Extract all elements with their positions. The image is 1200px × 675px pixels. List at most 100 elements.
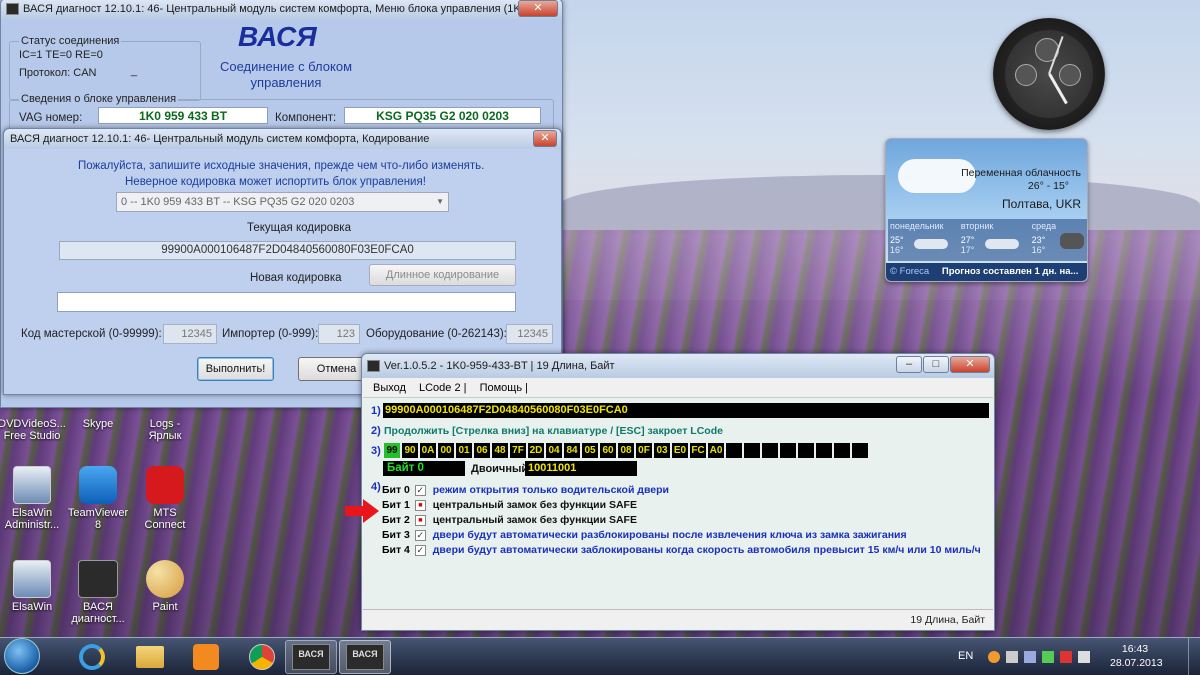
taskbar-vasya-button[interactable]: ВАСЯ — [285, 640, 337, 674]
byte-cell[interactable]: 48 — [492, 443, 508, 458]
importer-field[interactable]: 123 — [318, 324, 360, 344]
taskbar-media-button[interactable] — [178, 640, 234, 674]
bit-radio[interactable]: ■ — [414, 499, 426, 511]
row2-hint: Продолжить [Стрелка вниз] на клавиатуре … — [384, 425, 723, 437]
bit-row[interactable]: Бит 0 ✓ режим открытия только водительск… — [382, 484, 669, 498]
tray-network-icon[interactable] — [1042, 651, 1054, 663]
row1-coding[interactable]: 99900A000106487F2D04840560080F03E0FCA0 — [383, 403, 989, 418]
desktop-icon-paint[interactable]: Paint — [125, 560, 205, 613]
bit-checkbox[interactable]: ✓ — [414, 484, 426, 496]
minimize-button[interactable]: – — [896, 356, 922, 373]
byte-cell[interactable]: A0 — [708, 443, 724, 458]
workshop-field[interactable]: 12345 — [163, 324, 217, 344]
taskbar-explorer-button[interactable] — [122, 640, 178, 674]
weather-gadget[interactable]: Переменная облачность 26° - 15° Полтава,… — [885, 138, 1088, 282]
tray-clock[interactable]: 16:43 28.07.2013 — [1110, 642, 1163, 670]
byte-cell[interactable]: 84 — [564, 443, 580, 458]
bit-checkbox[interactable]: ✓ — [414, 544, 426, 556]
byte-cell[interactable]: 90 — [402, 443, 418, 458]
byte-cell[interactable] — [816, 443, 832, 458]
byte-cell[interactable]: 00 — [438, 443, 454, 458]
byte-cell[interactable]: 08 — [618, 443, 634, 458]
bit-description: центральный замок без функции SAFE — [432, 499, 637, 511]
byte-cell[interactable] — [834, 443, 850, 458]
menu-help[interactable]: Помощь | — [480, 382, 528, 394]
long-coding-button[interactable]: Длинное кодирование — [369, 264, 516, 286]
show-desktop-button[interactable] — [1188, 638, 1200, 675]
taskbar-vasya-button-2[interactable]: ВАСЯ — [339, 640, 391, 674]
byte-cell[interactable] — [726, 443, 742, 458]
taskbar-ie-button[interactable] — [64, 640, 120, 674]
clock-subdial-2 — [1015, 64, 1037, 86]
tray-power-icon[interactable] — [1024, 651, 1036, 663]
window-controls: – □ ✕ — [896, 356, 990, 373]
clock-subdial-3 — [1059, 64, 1081, 86]
byte-cell[interactable]: 60 — [600, 443, 616, 458]
byte-cell[interactable]: 01 — [456, 443, 472, 458]
bit-row[interactable]: Бит 1 ■ центральный замок без функции SA… — [382, 499, 637, 513]
close-button[interactable]: ✕ — [950, 356, 990, 373]
taskbar-chrome-button[interactable] — [234, 640, 290, 674]
byte-cell[interactable]: 03 — [654, 443, 670, 458]
desktop-icon-label: Logs - Ярлык — [148, 418, 182, 442]
coding-window-titlebar[interactable]: ВАСЯ диагност 12.10.1: 46- Центральный м… — [4, 129, 561, 149]
row1-number: 1) — [371, 405, 381, 417]
byte-cell[interactable]: FC — [690, 443, 706, 458]
byte-cell[interactable] — [780, 443, 796, 458]
start-button[interactable] — [4, 638, 40, 674]
vag-number-field[interactable]: 1K0 959 433 BT — [98, 107, 268, 124]
tray-app-icon[interactable] — [988, 651, 1000, 663]
bit-radio[interactable]: ■ — [414, 514, 426, 526]
bit-checkbox[interactable]: ✓ — [414, 529, 426, 541]
folder-icon — [136, 646, 164, 668]
desktop-icon-mts-connect[interactable]: MTS Connect — [125, 466, 205, 531]
close-button[interactable]: ✕ — [533, 130, 557, 147]
byte-cell[interactable]: 0F — [636, 443, 652, 458]
bit-description: центральный замок без функции SAFE — [432, 514, 637, 526]
new-coding-input[interactable] — [57, 292, 516, 312]
menu-lcode2[interactable]: LCode 2 | — [419, 382, 467, 394]
row4-number: 4) — [371, 481, 381, 493]
byte-cell[interactable]: 2D — [528, 443, 544, 458]
maximize-button[interactable]: □ — [923, 356, 949, 373]
language-indicator[interactable]: EN — [958, 650, 973, 662]
byte-cell[interactable]: 04 — [546, 443, 562, 458]
byte-cell[interactable]: 7F — [510, 443, 526, 458]
menu-exit[interactable]: Выход — [373, 382, 406, 394]
ie-icon — [79, 644, 105, 670]
byte-cell[interactable]: 0A — [420, 443, 436, 458]
main-window-titlebar[interactable]: ВАСЯ диагност 12.10.1: 46- Центральный м… — [1, 0, 562, 19]
coding-window-title: ВАСЯ диагност 12.10.1: 46- Центральный м… — [10, 133, 430, 145]
current-coding-field[interactable]: 99900A000106487F2D04840560080F03E0FCA0 — [59, 241, 516, 260]
byte-cell[interactable] — [798, 443, 814, 458]
close-button[interactable]: ✕ — [518, 0, 558, 17]
desktop-icon-logs[interactable]: Logs - Ярлык — [125, 404, 205, 442]
byte-cell[interactable]: 06 — [474, 443, 490, 458]
tray-volume-icon[interactable] — [1078, 651, 1090, 663]
tray-security-icon[interactable] — [1060, 651, 1072, 663]
byte-cell[interactable]: 99 — [384, 443, 400, 458]
lcode-titlebar[interactable]: Ver.1.0.5.2 - 1K0-959-433-BT | 19 Длина,… — [362, 354, 994, 378]
execute-button[interactable]: Выполнить! — [197, 357, 274, 381]
lcode-window[interactable]: Ver.1.0.5.2 - 1K0-959-433-BT | 19 Длина,… — [361, 353, 995, 631]
controller-select-value: 0 -- 1K0 959 433 BT -- KSG PQ35 G2 020 0… — [121, 196, 355, 208]
controller-select[interactable]: 0 -- 1K0 959 433 BT -- KSG PQ35 G2 020 0… — [116, 192, 449, 212]
bit-row[interactable]: Бит 4 ✓ двери будут автоматически заблок… — [382, 544, 981, 558]
clock-gadget[interactable] — [993, 18, 1105, 130]
byte-cell[interactable] — [852, 443, 868, 458]
byte-cell[interactable] — [762, 443, 778, 458]
binary-value[interactable]: 10011001 — [525, 461, 637, 476]
byte-cell[interactable] — [744, 443, 760, 458]
byte-cell[interactable]: E0 — [672, 443, 688, 458]
desktop-icon-label: MTS Connect — [144, 507, 186, 531]
weather-provider[interactable]: © Foreca — [890, 266, 929, 277]
equipment-field[interactable]: 12345 — [506, 324, 553, 344]
tray-usb-icon[interactable] — [1006, 651, 1018, 663]
bit-row[interactable]: Бит 3 ✓ двери будут автоматически разбло… — [382, 529, 907, 543]
component-field[interactable]: KSG PQ35 G2 020 0203 — [344, 107, 541, 124]
elsawin-icon — [13, 466, 51, 504]
bit-row[interactable]: Бит 2 ■ центральный замок без функции SA… — [382, 514, 637, 528]
statusbar-text: 19 Длина, Байт — [910, 614, 985, 626]
byte-cell[interactable]: 05 — [582, 443, 598, 458]
bit-label: Бит 4 — [382, 544, 410, 556]
